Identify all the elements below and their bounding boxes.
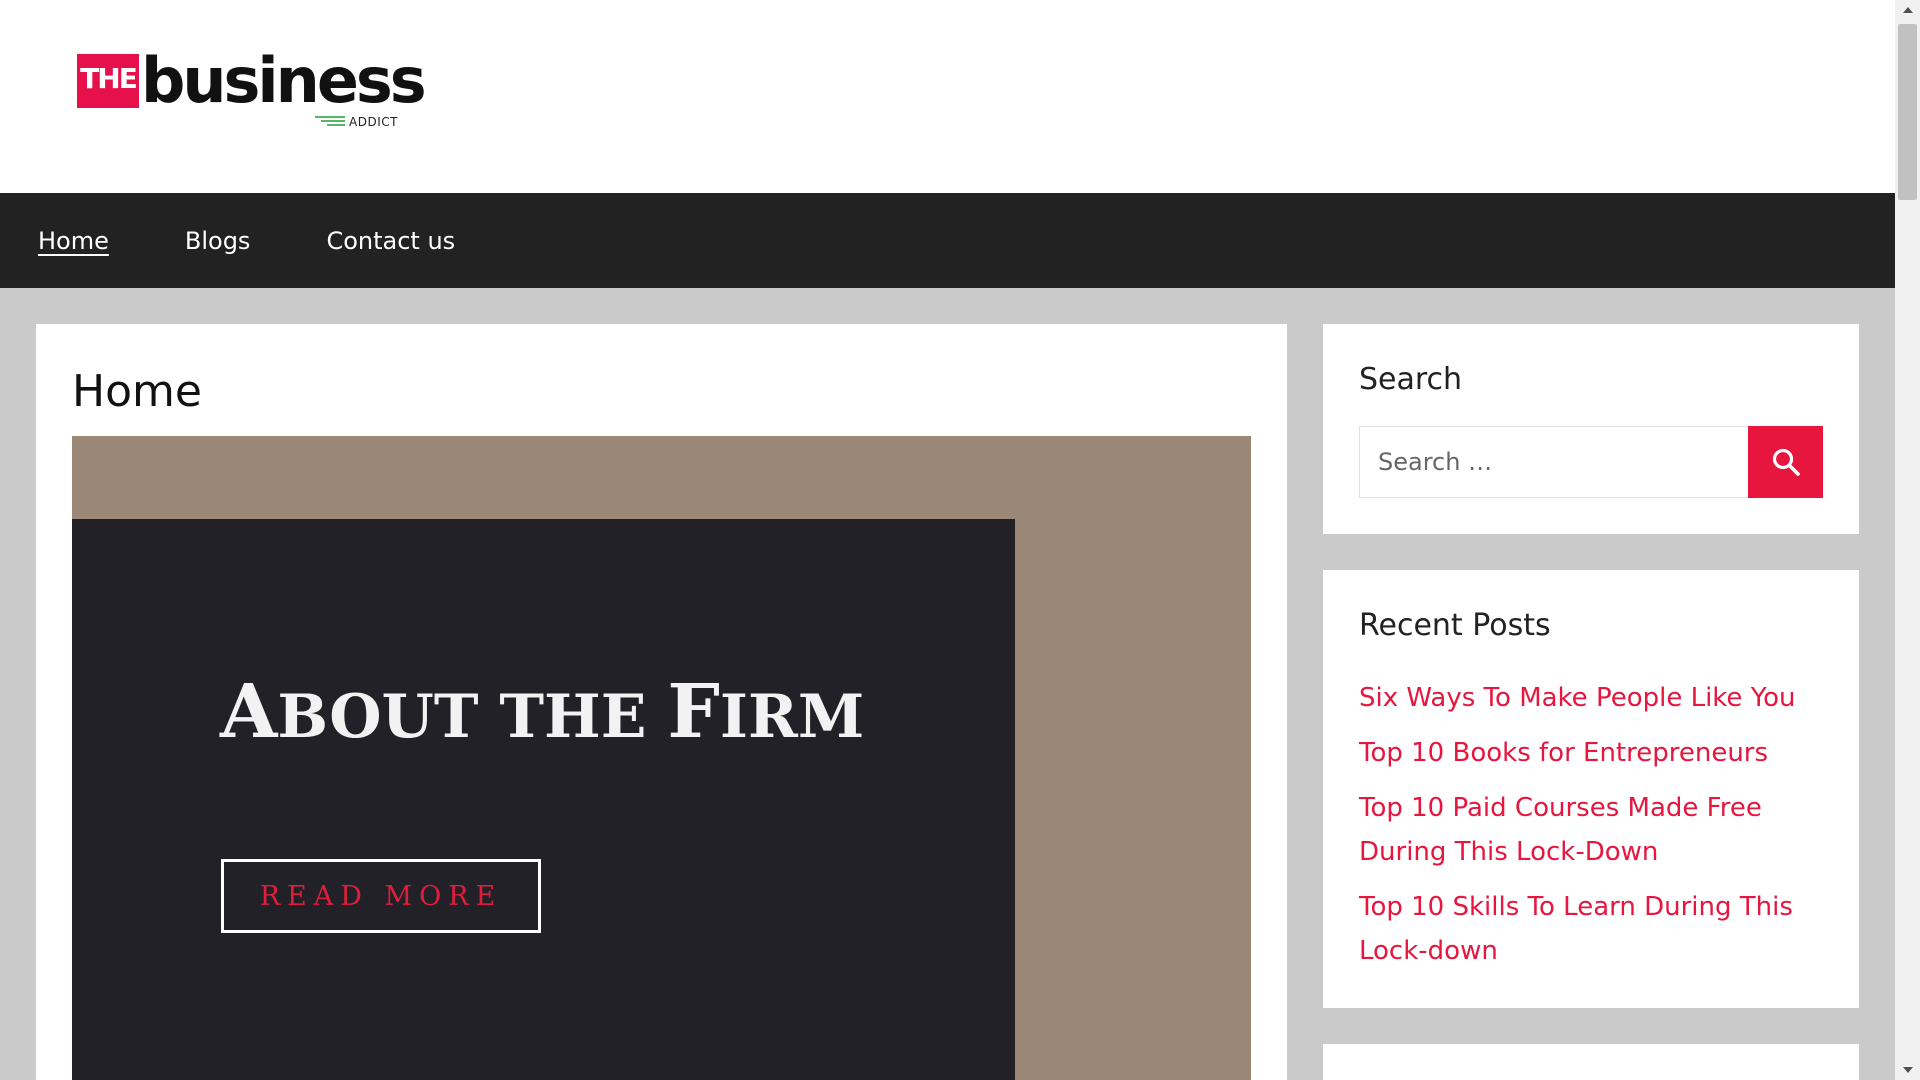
site-logo[interactable]: THE business ADDICT [77,44,427,130]
recent-posts-title: Recent Posts [1359,608,1551,643]
hero-heading-part2: IRM [719,682,865,752]
nav-item-contact[interactable]: Contact us [326,227,455,255]
search-button[interactable] [1748,426,1823,498]
site-header: THE business ADDICT [0,0,1895,193]
main-content: Home ABOUT THE FIRM READ MORE [36,324,1287,1080]
logo-addict-text: ADDICT [349,115,398,129]
read-more-button[interactable]: READ MORE [221,859,541,933]
logo-the-text: THE [80,62,138,95]
hero-heading-cap-f: F [667,669,720,755]
logo-speed-lines [315,116,345,128]
search-input[interactable] [1359,426,1749,498]
search-widget: Search [1323,324,1859,534]
recent-post-link[interactable]: Top 10 Paid Courses Made Free During Thi… [1359,786,1839,874]
nav-item-home[interactable]: Home [38,227,109,255]
hero-heading-part1: BOUT THE [277,682,668,752]
main-navigation: Home Blogs Contact us [0,193,1895,288]
recent-post-link[interactable]: Top 10 Skills To Learn During This Lock-… [1359,885,1839,973]
hero-heading: ABOUT THE FIRM [220,669,864,755]
hero-heading-cap-a: A [220,669,278,755]
scroll-up-arrow-icon[interactable] [1895,0,1920,20]
vertical-scrollbar[interactable] [1895,0,1920,1080]
hero-banner: ABOUT THE FIRM READ MORE [72,436,1251,1080]
page-title: Home [72,366,202,417]
nav-item-blogs[interactable]: Blogs [185,227,251,255]
sidebar-widget-partial [1323,1044,1859,1080]
scroll-down-arrow-icon[interactable] [1895,1060,1920,1080]
hero-card: ABOUT THE FIRM READ MORE [72,519,1015,1080]
recent-post-link[interactable]: Top 10 Books for Entrepreneurs [1359,731,1839,775]
search-widget-title: Search [1359,362,1463,397]
recent-posts-widget: Recent Posts Six Ways To Make People Lik… [1323,570,1859,1008]
scrollbar-thumb[interactable] [1898,24,1917,200]
recent-posts-list: Six Ways To Make People Like You Top 10 … [1359,676,1839,984]
recent-post-link[interactable]: Six Ways To Make People Like You [1359,676,1839,720]
search-icon [1772,448,1800,476]
logo-business-text: business [141,44,427,117]
